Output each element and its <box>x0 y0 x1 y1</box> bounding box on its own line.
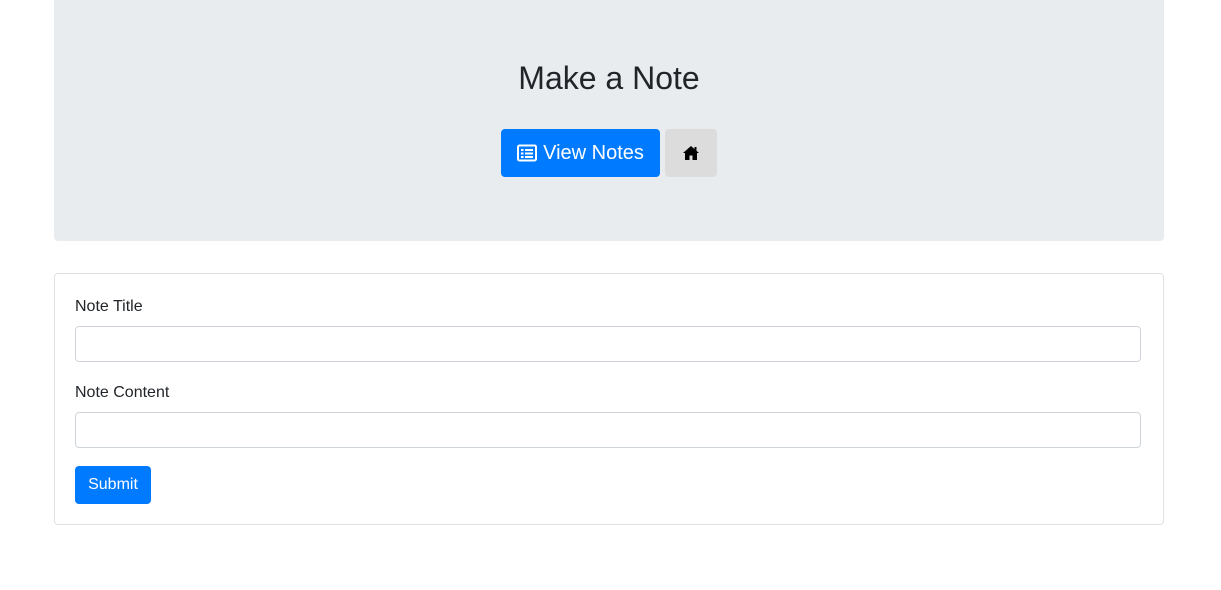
note-title-input[interactable] <box>75 326 1141 362</box>
note-form-card: Note Title Note Content Submit <box>54 273 1164 525</box>
list-alt-icon <box>517 144 538 162</box>
note-title-label: Note Title <box>75 298 143 315</box>
note-content-label: Note Content <box>75 384 170 401</box>
page-title: Make a Note <box>518 60 700 96</box>
view-notes-button[interactable]: View Notes <box>501 129 660 177</box>
header-jumbotron: Make a Note View Notes <box>54 0 1164 241</box>
home-button[interactable] <box>665 129 717 177</box>
view-notes-label: View Notes <box>543 141 644 164</box>
home-icon <box>682 145 700 161</box>
submit-button[interactable]: Submit <box>75 466 151 504</box>
note-content-input[interactable] <box>75 412 1141 448</box>
